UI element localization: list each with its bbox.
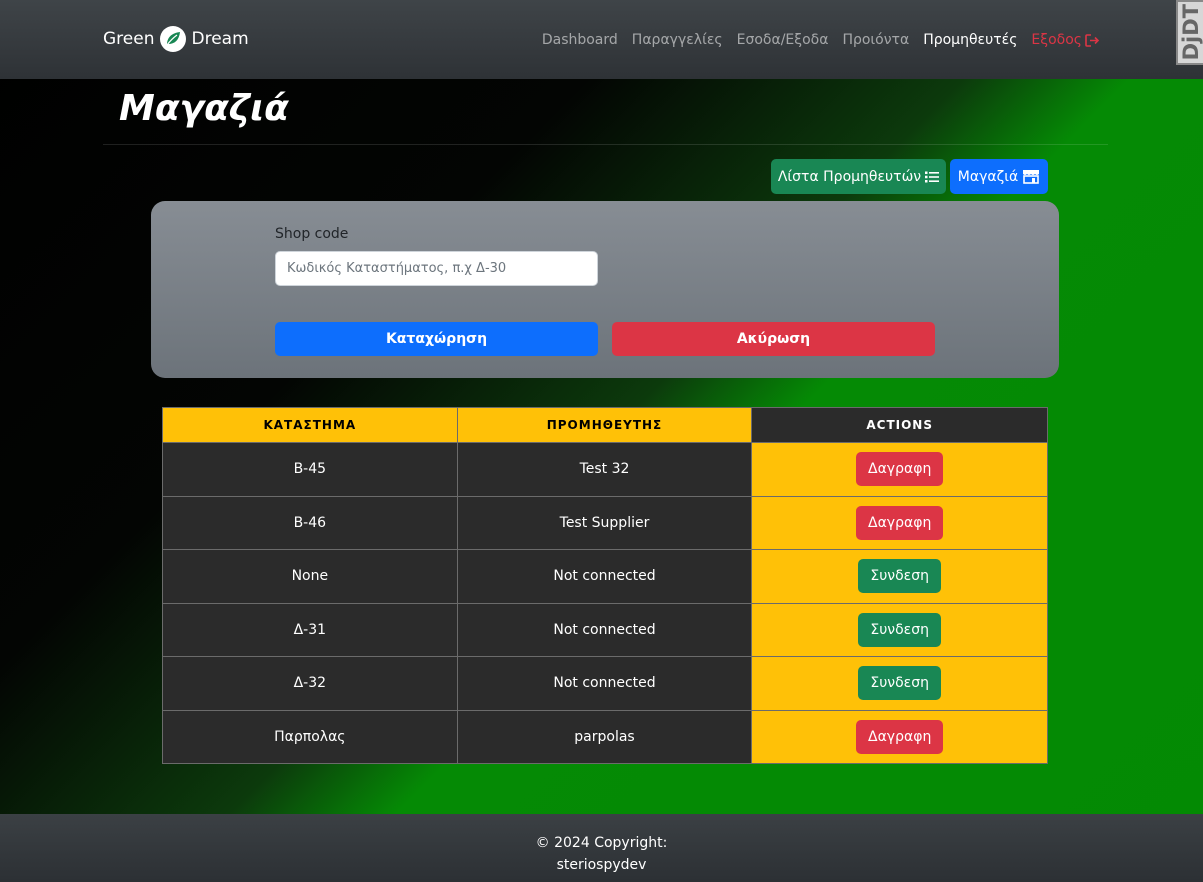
connect-button[interactable]: Συνδεση bbox=[858, 612, 941, 647]
column-header-shop: ΚΑΤΑΣΤΗΜΑ bbox=[162, 407, 458, 443]
shops-table: ΚΑΤΑΣΤΗΜΑ ΠΡΟΜΗΘΕΥΤΗΣ ACTIONS B-45 Test … bbox=[162, 407, 1048, 764]
table-row: None Not connected Συνδεση bbox=[162, 549, 1048, 604]
actions-cell: Συνδεση bbox=[751, 549, 1048, 604]
actions-cell: Δαγραφη bbox=[751, 495, 1048, 550]
suppliers-list-button[interactable]: Λίστα Προμηθευτών bbox=[771, 159, 946, 194]
debug-toolbar-label: DjDT bbox=[1178, 4, 1203, 61]
column-header-actions: ACTIONS bbox=[751, 407, 1048, 443]
shop-cell: B-45 bbox=[162, 442, 458, 497]
logout-label: Εξοδος bbox=[1031, 32, 1082, 48]
shop-code-label: Shop code bbox=[275, 226, 349, 242]
nav-item-logout[interactable]: Εξοδος bbox=[1031, 32, 1100, 48]
suppliers-list-label: Λίστα Προμηθευτών bbox=[777, 168, 922, 185]
submit-button[interactable]: Καταχώρηση bbox=[275, 322, 598, 356]
shop-cell: Δ-31 bbox=[162, 602, 458, 657]
shop-cell: None bbox=[162, 549, 458, 604]
brand-name-left: Green bbox=[103, 29, 155, 49]
shop-code-input[interactable] bbox=[275, 251, 598, 286]
table-header-row: ΚΑΤΑΣΤΗΜΑ ΠΡΟΜΗΘΕΥΤΗΣ ACTIONS bbox=[162, 407, 1048, 443]
brand-name-right: Dream bbox=[191, 29, 249, 49]
actions-cell: Συνδεση bbox=[751, 656, 1048, 711]
supplier-cell: Test Supplier bbox=[456, 495, 753, 550]
table-row: B-45 Test 32 Δαγραφη bbox=[162, 442, 1048, 497]
footer-copyright: © 2024 Copyright: bbox=[535, 835, 668, 851]
connect-button[interactable]: Συνδεση bbox=[858, 559, 941, 594]
table-row: Δ-31 Not connected Συνδεση bbox=[162, 602, 1048, 657]
navbar: Green Dream Dashboard Παραγγελίες Εσοδα/… bbox=[0, 0, 1203, 79]
nav-item-dashboard[interactable]: Dashboard bbox=[542, 32, 618, 48]
delete-button[interactable]: Δαγραφη bbox=[856, 719, 944, 754]
supplier-cell: Not connected bbox=[456, 656, 753, 711]
shops-button[interactable]: Μαγαζιά bbox=[950, 159, 1048, 194]
table-row: Παρπολας parpolas Δαγραφη bbox=[162, 709, 1048, 764]
brand[interactable]: Green Dream bbox=[103, 26, 249, 52]
connect-button[interactable]: Συνδεση bbox=[858, 666, 941, 701]
page-title: Μαγαζιά bbox=[119, 88, 289, 129]
cancel-button[interactable]: Ακύρωση bbox=[612, 322, 935, 356]
nav-item-products[interactable]: Προιόντα bbox=[842, 32, 909, 48]
supplier-cell: Not connected bbox=[456, 602, 753, 657]
table-row: B-46 Test Supplier Δαγραφη bbox=[162, 495, 1048, 550]
nav-links: Dashboard Παραγγελίες Εσοδα/Εξοδα Προιόν… bbox=[542, 30, 1100, 50]
nav-item-suppliers[interactable]: Προμηθευτές bbox=[923, 32, 1017, 48]
title-divider bbox=[103, 144, 1108, 145]
actions-cell: Συνδεση bbox=[751, 602, 1048, 657]
shop-cell: Παρπολας bbox=[162, 709, 458, 764]
actions-cell: Δαγραφη bbox=[751, 442, 1048, 497]
table-row: Δ-32 Not connected Συνδεση bbox=[162, 656, 1048, 711]
leaf-icon bbox=[160, 26, 187, 52]
nav-item-orders[interactable]: Παραγγελίες bbox=[632, 32, 723, 48]
debug-toolbar-handle[interactable]: DjDT bbox=[1176, 0, 1203, 65]
nav-item-income-expenses[interactable]: Εσοδα/Εξοδα bbox=[737, 32, 829, 48]
sign-out-icon bbox=[1085, 33, 1100, 47]
delete-button[interactable]: Δαγραφη bbox=[856, 505, 944, 540]
footer-author-link[interactable]: steriospydev bbox=[0, 854, 1203, 876]
delete-button[interactable]: Δαγραφη bbox=[856, 452, 944, 487]
supplier-cell: Not connected bbox=[456, 549, 753, 604]
shop-cell: B-46 bbox=[162, 495, 458, 550]
store-icon bbox=[1023, 170, 1040, 184]
column-header-supplier: ΠΡΟΜΗΘΕΥΤΗΣ bbox=[456, 407, 753, 443]
shop-cell: Δ-32 bbox=[162, 656, 458, 711]
supplier-cell: parpolas bbox=[456, 709, 753, 764]
list-icon bbox=[925, 171, 940, 182]
footer: © 2024 Copyright: steriospydev bbox=[0, 814, 1203, 882]
shops-button-label: Μαγαζιά bbox=[957, 168, 1019, 185]
supplier-cell: Test 32 bbox=[456, 442, 753, 497]
actions-cell: Δαγραφη bbox=[751, 709, 1048, 764]
